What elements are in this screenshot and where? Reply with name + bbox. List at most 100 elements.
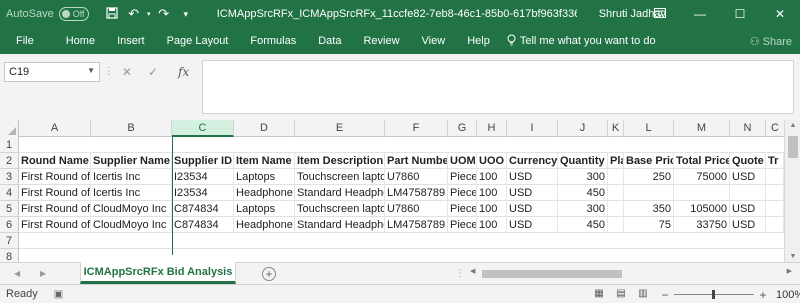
tab-review[interactable]: Review bbox=[352, 28, 410, 54]
column-header-g[interactable]: G bbox=[448, 120, 477, 137]
cell[interactable]: 100 bbox=[477, 217, 507, 233]
sheet-next-icon[interactable]: ▶ bbox=[40, 263, 46, 285]
select-all-button[interactable] bbox=[0, 120, 19, 137]
tab-help[interactable]: Help bbox=[456, 28, 501, 54]
cell[interactable]: First Round of bbox=[19, 217, 91, 233]
horizontal-scroll-thumb[interactable] bbox=[482, 270, 622, 278]
autosave-control[interactable]: AutoSave Off bbox=[6, 7, 89, 21]
cell[interactable]: Item Name bbox=[234, 153, 295, 169]
tab-view[interactable]: View bbox=[411, 28, 457, 54]
cell[interactable]: 100 bbox=[477, 185, 507, 201]
cell[interactable]: U7860 bbox=[385, 169, 448, 185]
name-box-dropdown-icon[interactable]: ▼ bbox=[87, 66, 95, 75]
cell[interactable]: First Round of bbox=[19, 169, 91, 185]
cell[interactable]: Round Name bbox=[19, 153, 91, 169]
column-header-h[interactable]: H bbox=[477, 120, 507, 137]
cell[interactable] bbox=[608, 217, 624, 233]
column-header-e[interactable]: E bbox=[295, 120, 385, 137]
column-header-j[interactable]: J bbox=[558, 120, 608, 137]
formula-bar-splitter[interactable]: ⋮ bbox=[104, 62, 114, 82]
cell[interactable]: First Round of bbox=[19, 185, 91, 201]
share-button[interactable]: ⚇ Share bbox=[750, 35, 792, 48]
cell[interactable]: Headphone bbox=[234, 217, 295, 233]
cell[interactable]: 250 bbox=[624, 169, 674, 185]
cell[interactable]: Currency bbox=[507, 153, 558, 169]
column-header-m[interactable]: M bbox=[674, 120, 730, 137]
cell[interactable]: USD bbox=[507, 185, 558, 201]
scroll-left-icon[interactable]: ◀ bbox=[470, 267, 475, 275]
cell[interactable] bbox=[766, 185, 784, 201]
row-header[interactable]: 2 bbox=[0, 153, 19, 169]
cell[interactable]: 105000 bbox=[674, 201, 730, 217]
cell[interactable] bbox=[766, 201, 784, 217]
vertical-scroll-thumb[interactable] bbox=[788, 136, 798, 158]
scroll-right-icon[interactable]: ▶ bbox=[787, 267, 792, 275]
cell[interactable]: UOO bbox=[477, 153, 507, 169]
sheet-tab-active[interactable]: ICMAppSrcRFx Bid Analysis bbox=[80, 262, 236, 284]
cell[interactable]: 300 bbox=[558, 201, 608, 217]
cell[interactable] bbox=[608, 185, 624, 201]
sheet-prev-icon[interactable]: ◀ bbox=[14, 263, 20, 285]
cell[interactable] bbox=[730, 185, 766, 201]
normal-view-icon[interactable]: ▦ bbox=[588, 288, 610, 299]
cell[interactable] bbox=[608, 169, 624, 185]
horizontal-scrollbar[interactable]: ◀ ▶ bbox=[470, 268, 792, 280]
cell[interactable]: 75000 bbox=[674, 169, 730, 185]
cell[interactable]: First Round of bbox=[19, 201, 91, 217]
row-header[interactable]: 6 bbox=[0, 217, 19, 233]
cell[interactable]: Headphone bbox=[234, 185, 295, 201]
column-header-f[interactable]: F bbox=[385, 120, 448, 137]
cell[interactable]: UOM bbox=[448, 153, 477, 169]
cell[interactable]: Part Numbe bbox=[385, 153, 448, 169]
enter-entry-icon[interactable]: ✓ bbox=[148, 62, 158, 82]
column-header-i[interactable]: I bbox=[507, 120, 558, 137]
insert-function-icon[interactable]: fx bbox=[178, 62, 189, 82]
cell[interactable]: LM4758789 bbox=[385, 217, 448, 233]
zoom-slider-knob[interactable] bbox=[712, 290, 715, 299]
cell[interactable]: CloudMoyo Inc bbox=[91, 201, 172, 217]
cell[interactable]: Quote C bbox=[730, 153, 766, 169]
cell[interactable]: Piece bbox=[448, 201, 477, 217]
column-header-b[interactable]: B bbox=[91, 120, 172, 137]
vertical-scrollbar[interactable]: ▲ ▼ bbox=[784, 120, 800, 262]
cell[interactable]: 100 bbox=[477, 169, 507, 185]
column-header-d[interactable]: D bbox=[234, 120, 295, 137]
cell[interactable]: 350 bbox=[624, 201, 674, 217]
cell[interactable]: USD bbox=[507, 201, 558, 217]
cell[interactable]: Total Price bbox=[674, 153, 730, 169]
tab-insert[interactable]: Insert bbox=[106, 28, 156, 54]
customize-qat-icon[interactable]: ▾ bbox=[175, 9, 197, 20]
column-header-c[interactable]: C bbox=[172, 120, 234, 137]
tab-formulas[interactable]: Formulas bbox=[239, 28, 307, 54]
restore-icon[interactable]: ☐ bbox=[720, 0, 760, 28]
cell[interactable]: 450 bbox=[558, 217, 608, 233]
cell[interactable]: Item Description bbox=[295, 153, 385, 169]
row-header[interactable]: 1 bbox=[0, 137, 19, 153]
formula-input[interactable] bbox=[202, 60, 794, 114]
cell[interactable]: CloudMoyo Inc bbox=[91, 217, 172, 233]
cell[interactable]: Tr bbox=[766, 153, 784, 169]
cancel-entry-icon[interactable]: ✕ bbox=[122, 62, 132, 82]
cell[interactable] bbox=[624, 185, 674, 201]
cell[interactable]: Icertis Inc bbox=[91, 169, 172, 185]
cell[interactable]: Quantity bbox=[558, 153, 608, 169]
cell[interactable]: 300 bbox=[558, 169, 608, 185]
worksheet-grid[interactable]: A B C D E F G H I J K L M N C 1 2 3 4 5 … bbox=[0, 120, 800, 265]
ribbon-display-icon[interactable] bbox=[640, 0, 680, 28]
cell[interactable]: USD bbox=[730, 201, 766, 217]
zoom-level[interactable]: 100% bbox=[776, 289, 800, 301]
cell[interactable]: USD bbox=[507, 217, 558, 233]
cell[interactable] bbox=[674, 185, 730, 201]
cell[interactable]: Icertis Inc bbox=[91, 185, 172, 201]
cell[interactable]: Touchscreen lapto bbox=[295, 201, 385, 217]
cell[interactable]: Standard Headpho bbox=[295, 185, 385, 201]
autosave-toggle[interactable]: Off bbox=[58, 7, 89, 21]
tab-data[interactable]: Data bbox=[307, 28, 352, 54]
macro-record-icon[interactable]: ▣ bbox=[54, 289, 63, 300]
row-header[interactable]: 4 bbox=[0, 185, 19, 201]
tab-splitter-icon[interactable]: ⋮ bbox=[455, 263, 465, 285]
tab-file[interactable]: File bbox=[0, 28, 51, 54]
save-icon[interactable] bbox=[101, 6, 123, 22]
cell[interactable] bbox=[766, 217, 784, 233]
scroll-down-icon[interactable]: ▼ bbox=[785, 253, 800, 260]
